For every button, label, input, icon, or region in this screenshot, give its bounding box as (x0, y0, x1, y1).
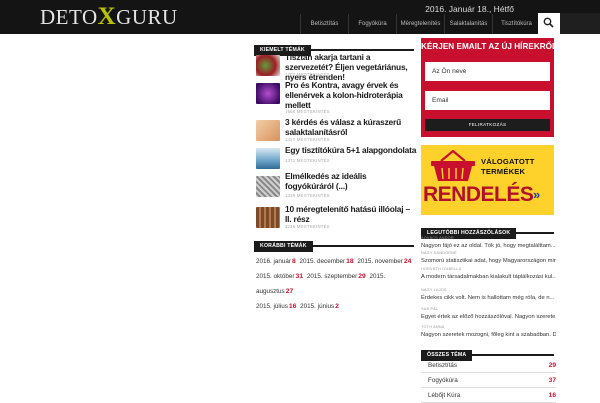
logo-text-end: GURU (116, 5, 178, 29)
topic-row[interactable]: Fogyókúra 37 (421, 373, 556, 388)
archive-month[interactable]: 2015. június (300, 303, 334, 310)
view-count: 1371 MEGTEKINTÉS (285, 158, 330, 163)
archive-month[interactable]: 2015. november (357, 258, 403, 265)
comment-text[interactable]: Szomorú statisztikai adat, hogy Magyaror… (421, 257, 556, 265)
banner-line-1: VÁLOGATOTT (481, 157, 535, 166)
newsletter-box: KÉRJEN EMAILT AZ ÚJ HÍREKRŐL! Az Ön neve… (421, 38, 560, 137)
latest-comments-heading: LEGUTÓBBI HOZZÁSZÓLÁSOK (421, 221, 554, 239)
archive-month[interactable]: 2015. október (256, 273, 295, 280)
double-arrow-icon: » (533, 187, 541, 202)
featured-thumbnail[interactable] (256, 83, 280, 104)
archive-month[interactable]: 2015. december (300, 258, 346, 265)
view-count: 1707 MEGTEKINTÉS (285, 72, 330, 77)
topic-count: 16 (548, 392, 556, 399)
name-field[interactable]: Az Ön neve (425, 62, 550, 81)
all-topics-heading: ÖSSZES TÉMA (421, 343, 554, 361)
topic-count: 29 (548, 362, 556, 369)
older-heading-label: KORÁBBI TÉMÁK (254, 241, 313, 252)
featured-thumbnail[interactable] (256, 55, 280, 76)
comment-item[interactable]: TÓTH ANNA Nagyon szeretek mozogni, főleg … (421, 325, 556, 339)
featured-thumbnail[interactable] (256, 120, 280, 141)
topic-count: 37 (548, 377, 556, 384)
archive-row: 2016. január8 2015. december18 2015. nov… (256, 254, 416, 269)
comment-text[interactable]: Egyet értek az előző hozzászólóval. Nagy… (421, 313, 556, 321)
newsletter-title: KÉRJEN EMAILT AZ ÚJ HÍREKRŐL! (421, 42, 560, 51)
banner-order-text: RENDELÉS (423, 183, 534, 206)
featured-thumbnail[interactable] (256, 207, 280, 228)
featured-heading: KIEMELT TÉMÁK (254, 38, 414, 56)
archive-count: 16 (288, 303, 297, 310)
archive-count: 2 (335, 303, 339, 310)
archive-count: 8 (292, 258, 296, 265)
email-field[interactable]: Email (425, 91, 550, 110)
archive-count: 31 (295, 273, 304, 280)
comment-item[interactable]: NAGY LAJOS Érdekes cikk volt. Nem is hall… (421, 288, 556, 302)
search-icon (543, 17, 554, 28)
banner-line-2: TERMÉKEK (481, 167, 526, 176)
archive-row: 2015. július16 2015. június2 (256, 299, 416, 314)
site-logo[interactable]: DETOXGURU (40, 3, 178, 30)
featured-title[interactable]: 3 kérdés és válasz a kúraszerű salaktala… (285, 117, 417, 137)
nav-item-fogyokura[interactable]: Fogyókúra (348, 14, 396, 34)
featured-title[interactable]: Pro és Kontra, avagy érvek és ellenérvek… (285, 80, 417, 110)
archive-count: 27 (285, 288, 294, 295)
featured-thumbnail[interactable] (256, 148, 280, 169)
archive-month[interactable]: 2015. július (256, 303, 288, 310)
nav-item-meregtelenites[interactable]: Méregtelenítés (396, 14, 444, 34)
archive-count: 24 (403, 258, 412, 265)
comment-text[interactable]: Nagyon szeretek mozogni, főleg kint a sz… (421, 331, 556, 339)
view-count: 1236 MEGTEKINTÉS (285, 224, 330, 229)
top-bar: DETOXGURU 2016. Január 18., Hétfő Betisz… (0, 0, 600, 34)
subscribe-button[interactable]: FELIRATKOZÁS (425, 119, 550, 131)
topic-row[interactable]: Betisztítás 29 (421, 358, 556, 373)
comment-text[interactable]: Nagyon fájó ez az oldal. Tök jó, hogy me… (421, 242, 556, 250)
archive-month[interactable]: 2016. január (256, 258, 291, 265)
view-count: 1329 MEGTEKINTÉS (285, 193, 330, 198)
featured-title[interactable]: Egy tisztítókúra 5+1 alapgondolata (285, 145, 417, 155)
logo-text-start: DETO (40, 5, 98, 29)
topic-row[interactable]: Lébőjt Kúra 16 (421, 388, 556, 403)
comment-item[interactable]: SAS PÁL Egyet értek az előző hozzászólóva… (421, 307, 556, 321)
products-order-banner[interactable]: VÁLOGATOTT TERMÉKEK RENDELÉS » (421, 145, 554, 215)
archive-row: 2015. október31 2015. szeptember29 2015.… (256, 269, 416, 299)
archive-month[interactable]: 2015. szeptember (307, 273, 357, 280)
view-count: 1427 MEGTEKINTÉS (285, 137, 330, 142)
logo-x: X (97, 3, 117, 30)
nav-item-betisztitas[interactable]: Betisztítás (300, 14, 348, 34)
view-count: 1666 MEGTEKINTÉS (285, 109, 330, 114)
archive-count: 29 (358, 273, 366, 280)
comment-text[interactable]: Érdekes cikk volt. Nem is hallottam még … (421, 294, 556, 302)
search-button[interactable] (538, 13, 560, 34)
featured-title[interactable]: Elmélkedés az ideális fogyókúráról (...) (285, 171, 417, 191)
archive-count: 18 (346, 258, 354, 265)
archive-list: 2016. január8 2015. december18 2015. nov… (256, 254, 416, 314)
nav-item-tisztitokura[interactable]: Tisztítókúra (492, 14, 540, 34)
topic-name[interactable]: Fogyókúra (428, 373, 458, 388)
older-heading: KORÁBBI TÉMÁK (254, 234, 414, 252)
featured-thumbnail[interactable] (256, 176, 280, 197)
featured-title[interactable]: 10 méregtelenítő hatású illóolaj – II. r… (285, 204, 417, 224)
featured-title[interactable]: Tisztán akarja tartani a szervezetét? Él… (285, 52, 417, 82)
current-date: 2016. Január 18., Hétfő (425, 4, 514, 14)
header-end-block (560, 13, 600, 34)
comment-text[interactable]: A modern társadalmakban kialakult táplál… (421, 273, 556, 281)
topic-name[interactable]: Betisztítás (428, 358, 457, 373)
topic-name[interactable]: Lébőjt Kúra (428, 388, 460, 403)
comment-item[interactable]: NAGY SÁNDORNÉ Szomorú statisztikai adat, … (421, 251, 556, 265)
main-nav: Betisztítás Fogyókúra Méregtelenítés Sal… (300, 14, 540, 34)
comment-item[interactable]: HORVÁTH IZABELLA A modern társadalmakban … (421, 267, 556, 281)
shopping-basket-icon (431, 149, 475, 181)
comment-item[interactable]: KOVÁCS ANDOR Nagyon fájó ez az oldal. Tök… (421, 236, 556, 250)
nav-item-salaktalanitas[interactable]: Salaktalanítás (444, 14, 492, 34)
